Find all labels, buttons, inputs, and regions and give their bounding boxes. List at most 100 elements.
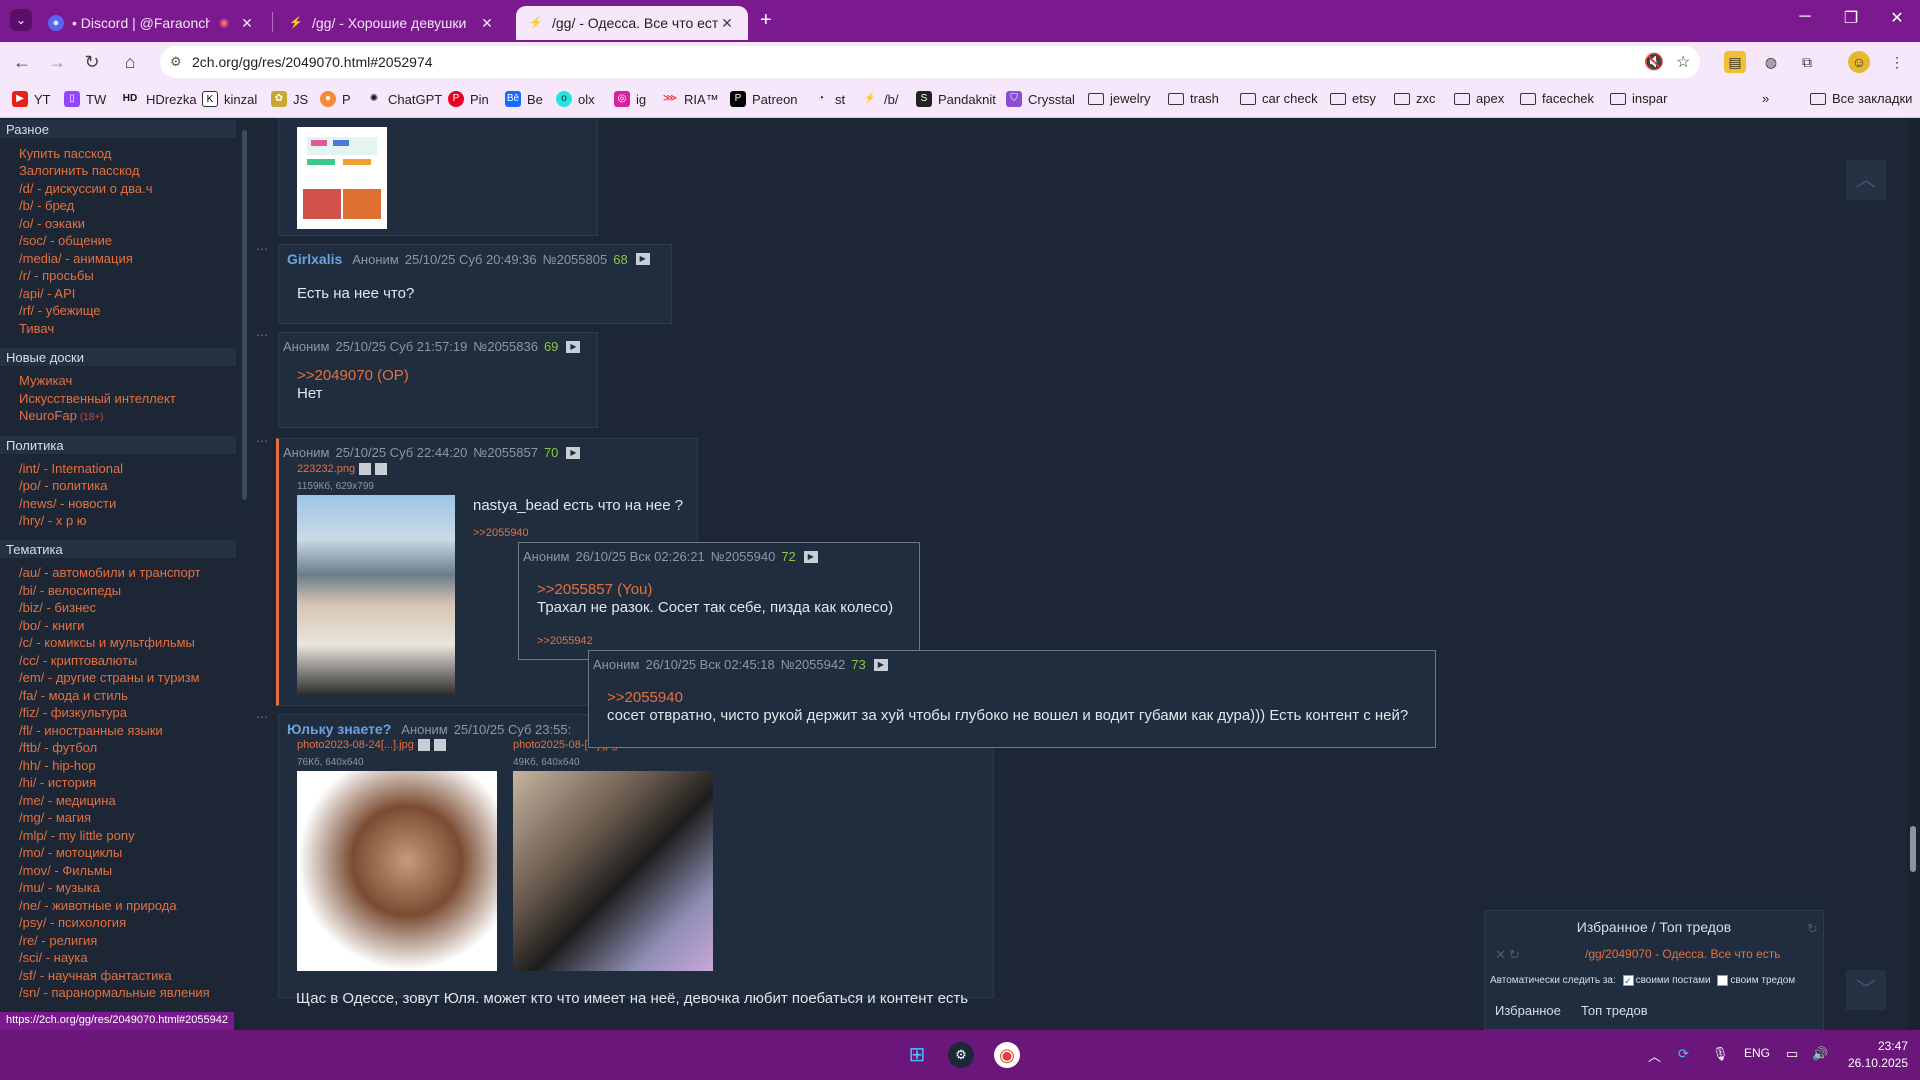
post-quote-link[interactable]: >>2049070 (OP) xyxy=(297,367,409,384)
bookmark-be[interactable]: Bē Be xyxy=(505,91,543,107)
download-icon[interactable] xyxy=(375,463,388,476)
post-menu-icon[interactable]: ⋯ xyxy=(256,710,268,724)
network-icon[interactable]: ▭ xyxy=(1786,1046,1798,1062)
mute-icon[interactable]: 🔇 xyxy=(1644,52,1664,72)
tab-search-icon[interactable]: ⌄ xyxy=(10,9,32,31)
avatar[interactable]: ☺ xyxy=(1848,51,1870,73)
post-number[interactable]: №2055942 xyxy=(781,657,846,672)
sidebar-link[interactable]: /ftb/ - футбол xyxy=(19,740,97,755)
bookmark-p[interactable]: ● P xyxy=(320,91,351,107)
bookmark-b[interactable]: ⚡ /b/ xyxy=(862,91,899,107)
bookmark-st[interactable]: ◔ st xyxy=(813,91,845,107)
sidebar-link[interactable]: /hry/ - х р ю xyxy=(19,513,87,528)
sidebar-scrollbar[interactable] xyxy=(242,130,247,500)
scroll-up-icon[interactable]: ︿ xyxy=(1846,160,1886,200)
sync-icon[interactable]: ⟳ xyxy=(1678,1046,1689,1062)
minimize-icon[interactable]: ─ xyxy=(1782,8,1828,26)
sidebar-link[interactable]: /au/ - автомобили и транспорт xyxy=(19,565,201,580)
sidebar-link[interactable]: /mu/ - музыка xyxy=(19,880,100,895)
bookmark-tw[interactable]: ▯ TW xyxy=(64,91,106,107)
bookmark-pin[interactable]: P Pin xyxy=(448,91,489,107)
bookmark-pandaknit[interactable]: S Pandaknit xyxy=(916,91,996,107)
back-icon[interactable]: ← xyxy=(10,50,34,74)
sidebar-link[interactable]: /mlp/ - my little pony xyxy=(19,828,135,843)
sidebar-link[interactable]: Залогинить пасскод xyxy=(19,163,139,178)
bookmark-crysstal[interactable]: ⛉ Crysstal xyxy=(1006,91,1075,107)
reload-icon[interactable]: ↻ xyxy=(80,50,104,74)
refresh-icon[interactable]: ↻ xyxy=(1807,921,1818,937)
sidebar-link[interactable]: Купить пасскод xyxy=(19,146,111,161)
window-close-icon[interactable]: ✕ xyxy=(1874,8,1920,28)
top-threads-tab[interactable]: Топ тредов xyxy=(1573,1001,1656,1020)
post-menu-icon[interactable]: ⋯ xyxy=(256,242,268,256)
close-icon[interactable]: ✕ xyxy=(238,15,256,32)
play-icon[interactable]: ▶ xyxy=(566,340,581,353)
bookmark-ig[interactable]: ◎ ig xyxy=(614,91,646,107)
bookmark-hdrezka[interactable]: HD HDrezka xyxy=(120,91,197,107)
bookmark-folder-etsy[interactable]: etsy xyxy=(1330,91,1376,106)
sidebar-link[interactable]: Искусственный интеллект xyxy=(19,391,176,406)
bookmark-yt[interactable]: ▶ YT xyxy=(12,91,51,107)
extension-icon[interactable]: ▤ xyxy=(1724,51,1746,73)
bookmark-folder-jewelry[interactable]: jewelry xyxy=(1088,91,1150,106)
page-scrollbar[interactable] xyxy=(1907,118,1920,1030)
bookmark-ria[interactable]: ⋙ RIA™ xyxy=(662,91,719,107)
post-thumbnail[interactable] xyxy=(297,127,387,229)
tab-gg-good-girls[interactable]: ⚡ /gg/ - Хорошие девушки ✕ xyxy=(276,6,508,40)
sidebar-link[interactable]: /fiz/ - физкультура xyxy=(19,705,127,720)
bookmarks-overflow-icon[interactable]: » xyxy=(1762,91,1769,106)
sidebar-link[interactable]: /ne/ - животные и природа xyxy=(19,898,177,913)
post-number[interactable]: №2055836 xyxy=(473,339,538,354)
post-menu-icon[interactable]: ⋯ xyxy=(256,434,268,448)
sidebar-link-neurofap[interactable]: NeuroFap (18+) xyxy=(19,408,103,423)
sidebar-link[interactable]: /r/ - просьбы xyxy=(19,268,94,283)
restore-icon[interactable]: ❐ xyxy=(1828,8,1874,28)
sidebar-link[interactable]: /psy/ - психология xyxy=(19,915,126,930)
file-link[interactable]: 223232.png xyxy=(297,463,388,476)
sidebar-link[interactable]: /hh/ - hip-hop xyxy=(19,758,96,773)
sidebar-link[interactable]: /soc/ - общение xyxy=(19,233,112,248)
chrome-icon[interactable]: ◉ xyxy=(994,1042,1020,1068)
bookmark-folder-zxc[interactable]: zxc xyxy=(1394,91,1436,106)
scrollbar-thumb[interactable] xyxy=(1910,826,1916,872)
sidebar-link[interactable]: /fa/ - мода и стиль xyxy=(19,688,128,703)
sidebar-link[interactable]: /mo/ - мотоциклы xyxy=(19,845,122,860)
play-icon[interactable]: ▶ xyxy=(566,446,581,459)
bookmark-olx[interactable]: o olx xyxy=(556,91,595,107)
forward-icon[interactable]: → xyxy=(45,50,69,74)
post-number[interactable]: №2055857 xyxy=(473,445,538,460)
microphone-icon[interactable]: 🎙 xyxy=(1712,1046,1729,1062)
post-menu-icon[interactable]: ⋯ xyxy=(256,328,268,342)
post-image[interactable] xyxy=(297,771,497,971)
steam-icon[interactable]: ⚙ xyxy=(948,1042,974,1068)
sidebar-link[interactable]: /sf/ - научная фантастика xyxy=(19,968,172,983)
post-number[interactable]: №2055805 xyxy=(543,252,608,267)
bookmark-chatgpt[interactable]: ✺ ChatGPT xyxy=(366,91,442,107)
play-icon[interactable]: ▶ xyxy=(635,253,650,265)
sidebar-link[interactable]: /media/ - анимация xyxy=(19,251,133,266)
sidebar-link[interactable]: Тивач xyxy=(19,321,54,336)
home-icon[interactable]: ⌂ xyxy=(118,50,142,74)
post-image[interactable] xyxy=(513,771,713,971)
bookmark-folder-car-check[interactable]: car check xyxy=(1240,91,1318,106)
sidebar-link[interactable]: /hi/ - история xyxy=(19,775,96,790)
post-image[interactable] xyxy=(297,495,455,695)
translate-icon[interactable]: ◍ xyxy=(1760,51,1782,73)
remove-icon[interactable]: ✕ xyxy=(1495,947,1506,963)
all-bookmarks[interactable]: Все закладки xyxy=(1810,91,1912,106)
menu-dots-icon[interactable]: ⋮ xyxy=(1886,51,1908,73)
favorites-tab[interactable]: Избранное xyxy=(1487,1001,1569,1020)
star-icon[interactable]: ☆ xyxy=(1676,52,1690,72)
sidebar-link[interactable]: /o/ - оэкаки xyxy=(19,216,85,231)
sidebar-link[interactable]: /sci/ - наука xyxy=(19,950,88,965)
sidebar-link[interactable]: /sn/ - паранормальные явления xyxy=(19,985,210,1000)
language-indicator[interactable]: ENG xyxy=(1744,1046,1770,1060)
sidebar-link[interactable]: /rf/ - убежище xyxy=(19,303,101,318)
close-icon[interactable]: ✕ xyxy=(718,15,736,32)
bookmark-folder-facechek[interactable]: facechek xyxy=(1520,91,1594,106)
reply-link[interactable]: >>2055940 xyxy=(473,527,529,539)
own-posts-checkbox[interactable]: ✓ xyxy=(1622,975,1634,986)
sidebar-link[interactable]: Мужикач xyxy=(19,373,72,388)
sidebar-link[interactable]: /d/ - дискуссии о два.ч xyxy=(19,181,152,196)
sidebar-link[interactable]: /news/ - новости xyxy=(19,496,116,511)
